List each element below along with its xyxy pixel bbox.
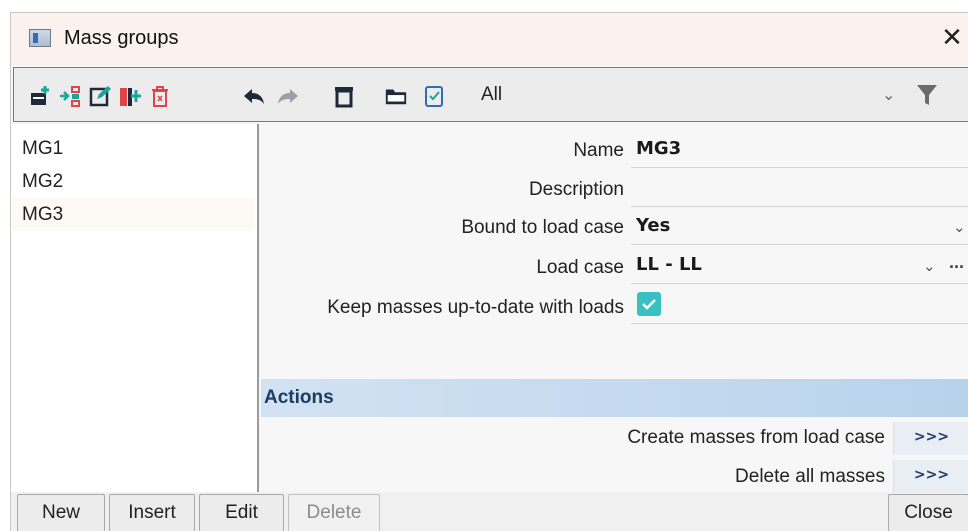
- load-case-select[interactable]: LL - LL ⌄ ...: [631, 248, 968, 284]
- window-title: Mass groups: [64, 27, 179, 49]
- new-button[interactable]: New: [17, 494, 105, 531]
- delete-all-masses-button[interactable]: >>>: [893, 460, 968, 493]
- create-masses-label: Create masses from load case: [627, 427, 885, 448]
- properties-panel: Name MG3 Description Bound to load case …: [261, 124, 968, 493]
- delete-all-masses-label: Delete all masses: [735, 466, 885, 487]
- button-bar: New Insert Edit Delete Close: [11, 492, 968, 531]
- description-field[interactable]: [631, 171, 968, 207]
- list-item-selected[interactable]: MG3: [11, 198, 255, 231]
- actions-title: Actions: [264, 387, 334, 408]
- funnel-icon[interactable]: [916, 83, 938, 113]
- new-icon[interactable]: [28, 84, 52, 108]
- close-button[interactable]: Close: [888, 494, 968, 531]
- checkmark-icon: [642, 299, 656, 310]
- list-item[interactable]: MG2: [11, 165, 255, 198]
- mass-group-list: MG1 MG2 MG3: [11, 124, 259, 492]
- chevron-down-icon[interactable]: ⌄: [882, 85, 895, 104]
- keep-masses-checkbox[interactable]: [637, 292, 661, 316]
- redo-icon[interactable]: [276, 84, 300, 108]
- load-case-value: LL - LL: [636, 254, 702, 275]
- insert-button[interactable]: Insert: [109, 494, 195, 531]
- insert-icon[interactable]: [58, 84, 82, 108]
- check-icon[interactable]: [422, 84, 446, 108]
- filter-select[interactable]: All: [481, 84, 502, 106]
- delete-button[interactable]: Delete: [288, 494, 380, 531]
- keep-masses-field: [631, 287, 968, 324]
- print-icon[interactable]: [332, 84, 356, 108]
- load-case-more-button[interactable]: ...: [949, 252, 964, 273]
- edit-icon[interactable]: [88, 84, 112, 108]
- actions-section-header: Actions: [261, 379, 968, 417]
- open-icon[interactable]: [384, 84, 408, 108]
- bound-to-load-case-label: Bound to load case: [461, 217, 624, 238]
- create-masses-button[interactable]: >>>: [893, 422, 968, 455]
- copy-icon[interactable]: [118, 84, 142, 108]
- name-value: MG3: [636, 138, 682, 159]
- delete-icon[interactable]: [148, 84, 172, 108]
- description-label: Description: [528, 179, 624, 200]
- toolbar: All ⌄: [13, 67, 968, 122]
- bound-to-load-case-value: Yes: [636, 215, 671, 236]
- name-field[interactable]: MG3: [631, 132, 968, 168]
- bound-to-load-case-select[interactable]: Yes ⌄: [631, 209, 968, 245]
- title-bar: Mass groups ✕: [11, 13, 968, 65]
- app-icon: [29, 29, 51, 47]
- undo-icon[interactable]: [242, 84, 266, 108]
- list-item[interactable]: MG1: [11, 132, 255, 165]
- name-label: Name: [573, 140, 624, 161]
- edit-button[interactable]: Edit: [199, 494, 284, 531]
- chevron-down-icon[interactable]: ⌄: [923, 257, 936, 275]
- keep-masses-label: Keep masses up-to-date with loads: [327, 297, 624, 318]
- load-case-label: Load case: [536, 257, 624, 278]
- close-window-button[interactable]: ✕: [937, 23, 967, 53]
- chevron-down-icon[interactable]: ⌄: [953, 218, 966, 236]
- mass-groups-window: Mass groups ✕ All ⌄ MG1 MG2 MG3 Name MG3…: [10, 12, 968, 531]
